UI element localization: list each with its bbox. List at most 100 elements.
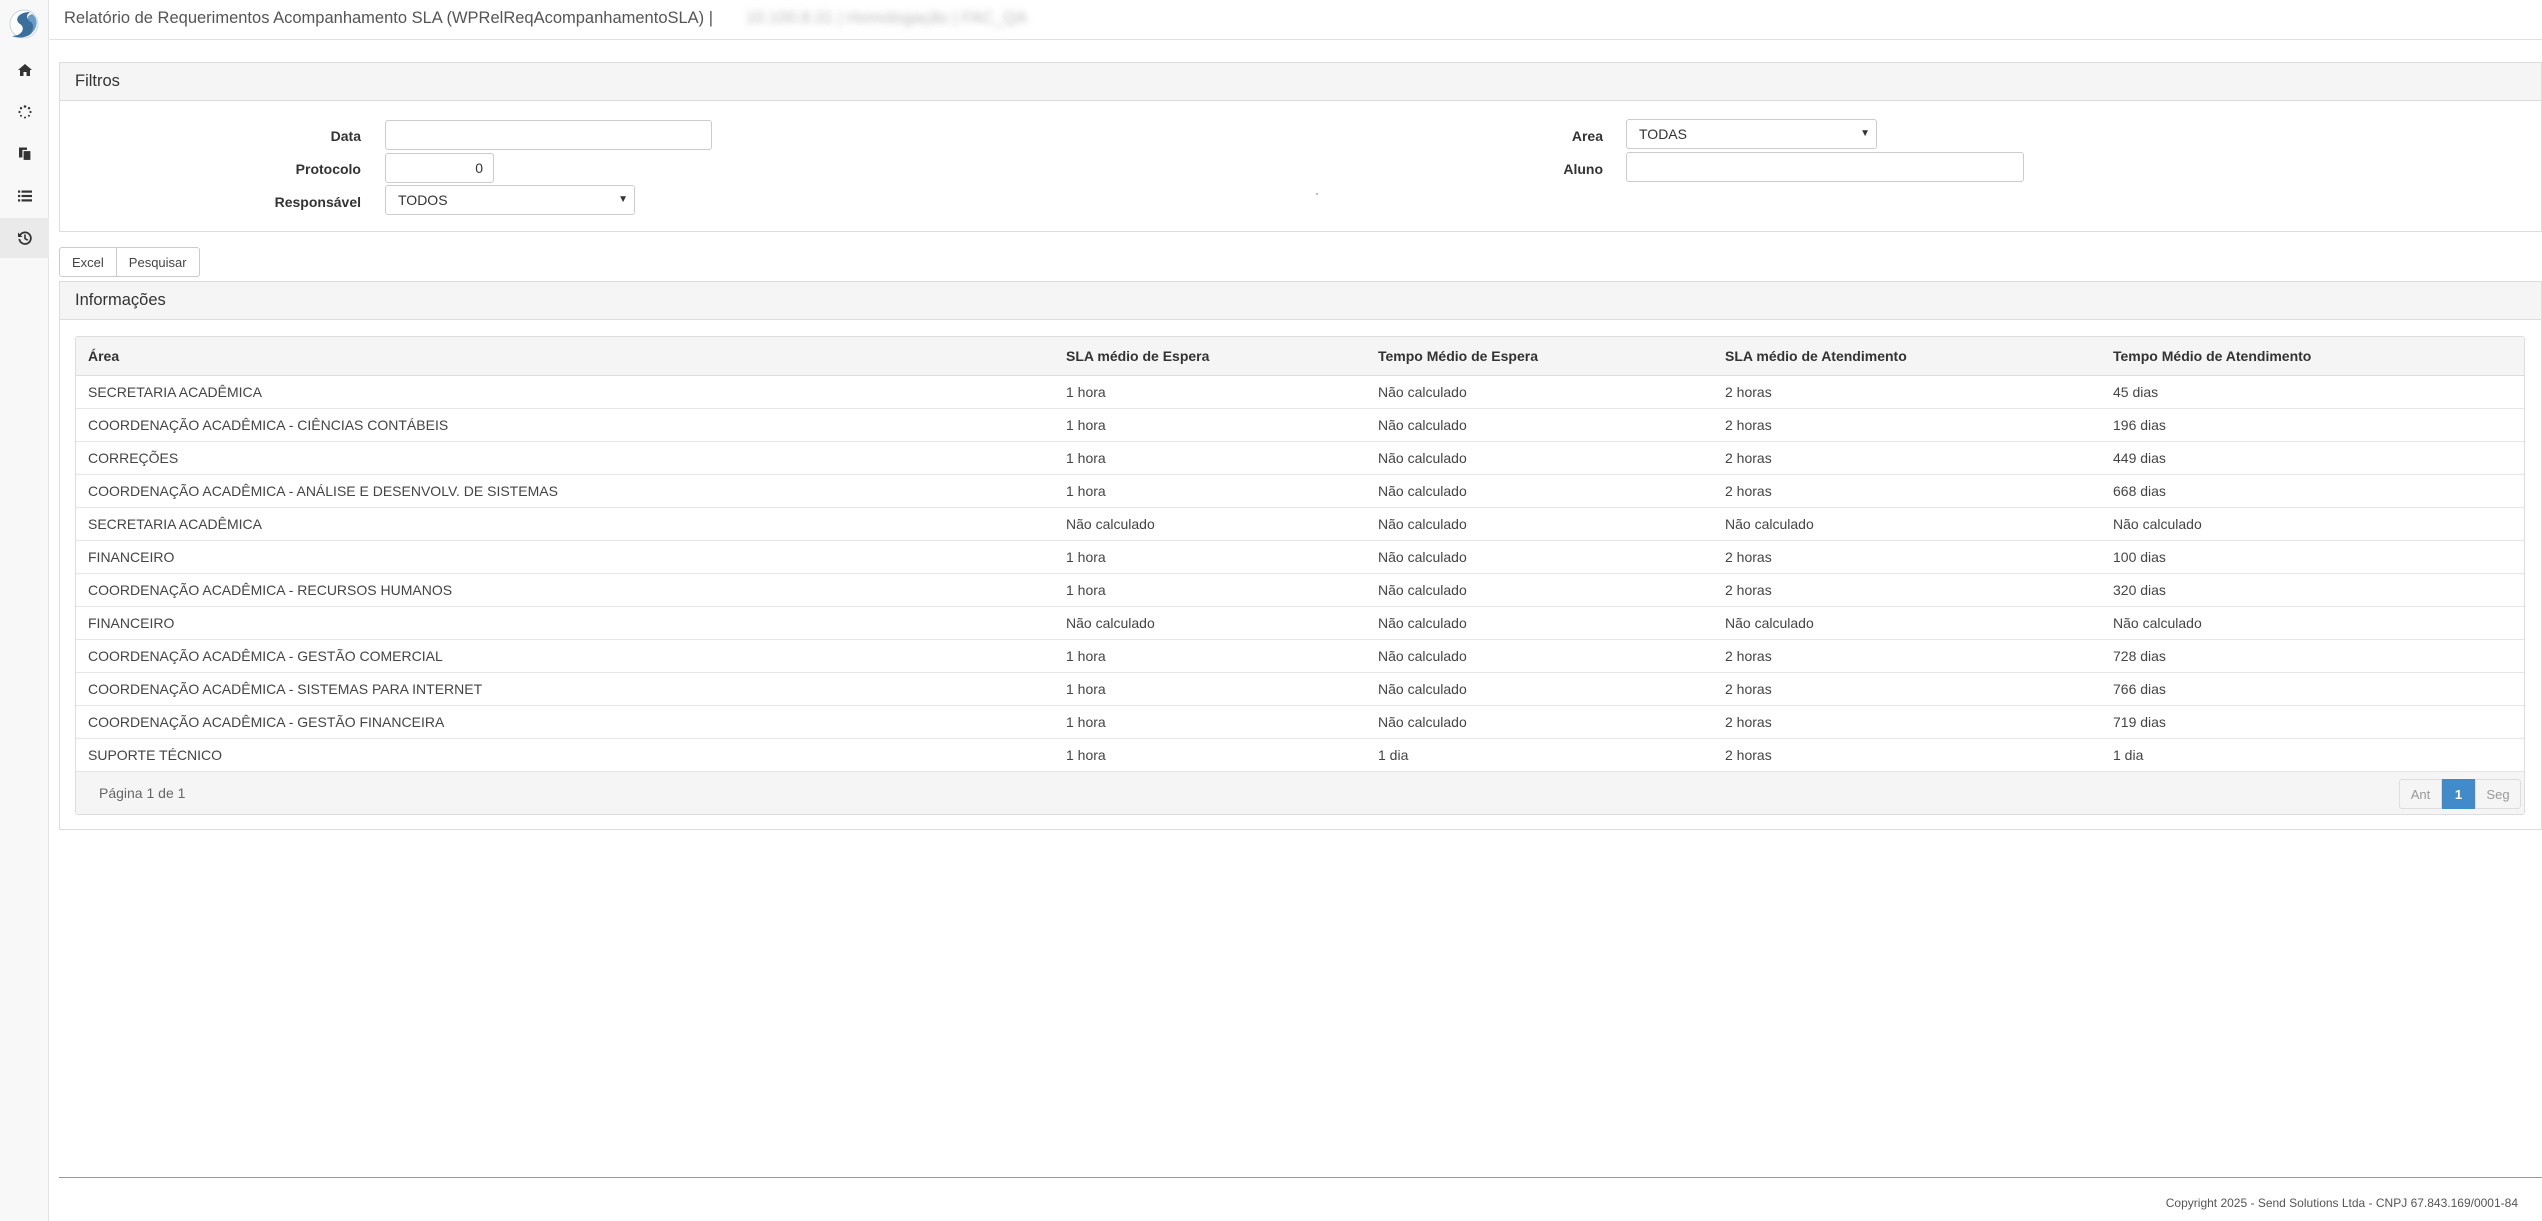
table-cell: 2 horas: [1713, 474, 2101, 508]
table-cell: COORDENAÇÃO ACADÊMICA - CIÊNCIAS CONTÁBE…: [76, 408, 1054, 442]
table-row[interactable]: COORDENAÇÃO ACADÊMICA - ANÁLISE E DESENV…: [76, 474, 2524, 508]
table-cell: 1 hora: [1054, 705, 1366, 739]
table-row[interactable]: COORDENAÇÃO ACADÊMICA - RECURSOS HUMANOS…: [76, 573, 2524, 607]
footer-copyright: Copyright 2025 - Send Solutions Ltda - C…: [2165, 1196, 2518, 1210]
table-row[interactable]: COORDENAÇÃO ACADÊMICA - GESTÃO FINANCEIR…: [76, 705, 2524, 739]
table-cell: 1 hora: [1054, 474, 1366, 508]
table-cell: 2 horas: [1713, 408, 2101, 442]
prev-page-button[interactable]: Ant: [2399, 779, 2442, 809]
table-cell: 2 horas: [1713, 639, 2101, 673]
sidebar-item-list[interactable]: [0, 176, 49, 216]
column-header[interactable]: Tempo Médio de Atendimento: [2101, 337, 2524, 376]
table-cell: 1 hora: [1054, 639, 1366, 673]
pesquisar-button[interactable]: Pesquisar: [116, 247, 200, 277]
table-row[interactable]: COORDENAÇÃO ACADÊMICA - CIÊNCIAS CONTÁBE…: [76, 408, 2524, 442]
table-cell: Não calculado: [1366, 573, 1713, 607]
table-cell: 196 dias: [2101, 408, 2524, 442]
filters-panel: Filtros Data Protocolo Responsável TODOS…: [59, 62, 2542, 232]
table-row[interactable]: FINANCEIRO 1 hora Não calculado 2 horas 100 …: [76, 540, 2524, 574]
list-icon: [17, 190, 32, 202]
responsavel-select[interactable]: TODOS ▼: [385, 185, 635, 215]
page-1-button[interactable]: 1: [2442, 779, 2475, 809]
table-cell: Não calculado: [1366, 705, 1713, 739]
table-cell: 1 hora: [1054, 573, 1366, 607]
history-icon: [17, 231, 32, 245]
table-cell: 1 hora: [1054, 738, 1366, 772]
table-cell: 766 dias: [2101, 672, 2524, 706]
table-cell: 1 dia: [1366, 738, 1713, 772]
aluno-label: Aluno: [1563, 161, 1603, 177]
table-cell: 449 dias: [2101, 441, 2524, 475]
protocolo-input[interactable]: [385, 153, 494, 183]
sidebar: [0, 0, 49, 1221]
table-cell: 2 horas: [1713, 540, 2101, 574]
table-cell: FINANCEIRO: [76, 606, 1054, 640]
pagination-nav: Ant 1 Seg: [2399, 779, 2521, 809]
table-row[interactable]: COORDENAÇÃO ACADÊMICA - GESTÃO COMERCIAL…: [76, 639, 2524, 673]
table-row[interactable]: COORDENAÇÃO ACADÊMICA - SISTEMAS PARA IN…: [76, 672, 2524, 706]
results-table-container: Área SLA médio de Espera Tempo Médio de …: [75, 336, 2525, 815]
area-label: Area: [1571, 128, 1603, 144]
table-cell: 2 horas: [1713, 672, 2101, 706]
table-cell: 728 dias: [2101, 639, 2524, 673]
table-cell: COORDENAÇÃO ACADÊMICA - GESTÃO FINANCEIR…: [76, 705, 1054, 739]
table-cell: 1 hora: [1054, 672, 1366, 706]
table-cell: Não calculado: [1366, 639, 1713, 673]
table-row[interactable]: SECRETARIA ACADÊMICA Não calculado Não cal…: [76, 507, 2524, 541]
table-cell: Não calculado: [1366, 474, 1713, 508]
table-cell: Não calculado: [1713, 606, 2101, 640]
table-cell: Não calculado: [1713, 507, 2101, 541]
area-selected: TODAS: [1639, 126, 1687, 142]
filters-title: Filtros: [60, 63, 2541, 101]
table-cell: CORREÇÕES: [76, 441, 1054, 475]
app-logo-icon[interactable]: [6, 6, 42, 42]
spinner-icon: [17, 105, 32, 119]
table-cell: 2 horas: [1713, 738, 2101, 772]
table-row[interactable]: SUPORTE TÉCNICO 1 hora 1 dia 2 horas 1 dia: [76, 738, 2524, 772]
table-cell: COORDENAÇÃO ACADÊMICA - SISTEMAS PARA IN…: [76, 672, 1054, 706]
table-cell: 1 hora: [1054, 441, 1366, 475]
table-cell: 1 hora: [1054, 375, 1366, 409]
pagination-text: Página 1 de 1: [99, 785, 186, 801]
data-label: Data: [330, 128, 361, 144]
table-cell: COORDENAÇÃO ACADÊMICA - RECURSOS HUMANOS: [76, 573, 1054, 607]
table-cell: 1 hora: [1054, 540, 1366, 574]
environment-info: 10.100.8.31 | Homologação | FAC_QA: [746, 9, 1027, 27]
table-cell: 320 dias: [2101, 573, 2524, 607]
column-header[interactable]: SLA médio de Atendimento: [1713, 337, 2101, 376]
table-cell: COORDENAÇÃO ACADÊMICA - GESTÃO COMERCIAL: [76, 639, 1054, 673]
table-cell: FINANCEIRO: [76, 540, 1054, 574]
table-cell: Não calculado: [2101, 507, 2524, 541]
column-header[interactable]: SLA médio de Espera: [1054, 337, 1366, 376]
informacoes-panel: Informações Área SLA médio de Espera Tem…: [59, 281, 2542, 830]
column-header[interactable]: Área: [76, 337, 1054, 376]
table-cell: 100 dias: [2101, 540, 2524, 574]
divider-dot: [1316, 193, 1318, 195]
responsavel-selected: TODOS: [398, 192, 448, 208]
table-cell: Não calculado: [1366, 606, 1713, 640]
next-page-button[interactable]: Seg: [2475, 779, 2521, 809]
table-cell: COORDENAÇÃO ACADÊMICA - ANÁLISE E DESENV…: [76, 474, 1054, 508]
area-select[interactable]: TODAS ▼: [1626, 119, 1877, 149]
table-cell: Não calculado: [1366, 540, 1713, 574]
action-buttons: Excel Pesquisar: [59, 247, 200, 277]
sidebar-item-spinner[interactable]: [0, 92, 49, 132]
sidebar-item-home[interactable]: [0, 50, 49, 90]
page-header: Relatório de Requerimentos Acompanhament…: [50, 0, 2542, 40]
data-input[interactable]: [385, 120, 712, 150]
table-cell: Não calculado: [1054, 606, 1366, 640]
sidebar-item-history[interactable]: [0, 218, 49, 258]
table-cell: SECRETARIA ACADÊMICA: [76, 507, 1054, 541]
excel-button[interactable]: Excel: [59, 247, 117, 277]
aluno-input[interactable]: [1626, 152, 2024, 182]
column-header[interactable]: Tempo Médio de Espera: [1366, 337, 1713, 376]
table-cell: SUPORTE TÉCNICO: [76, 738, 1054, 772]
table-cell: Não calculado: [1366, 441, 1713, 475]
sidebar-item-copy[interactable]: [0, 134, 49, 174]
table-row[interactable]: CORREÇÕES 1 hora Não calculado 2 horas 449 d…: [76, 441, 2524, 475]
table-row[interactable]: SECRETARIA ACADÊMICA 1 hora Não calculado 2…: [76, 375, 2524, 409]
table-row[interactable]: FINANCEIRO Não calculado Não calculado Não …: [76, 606, 2524, 640]
informacoes-title: Informações: [60, 282, 2541, 320]
table-cell: Não calculado: [1366, 507, 1713, 541]
results-table: Área SLA médio de Espera Tempo Médio de …: [76, 337, 2524, 772]
